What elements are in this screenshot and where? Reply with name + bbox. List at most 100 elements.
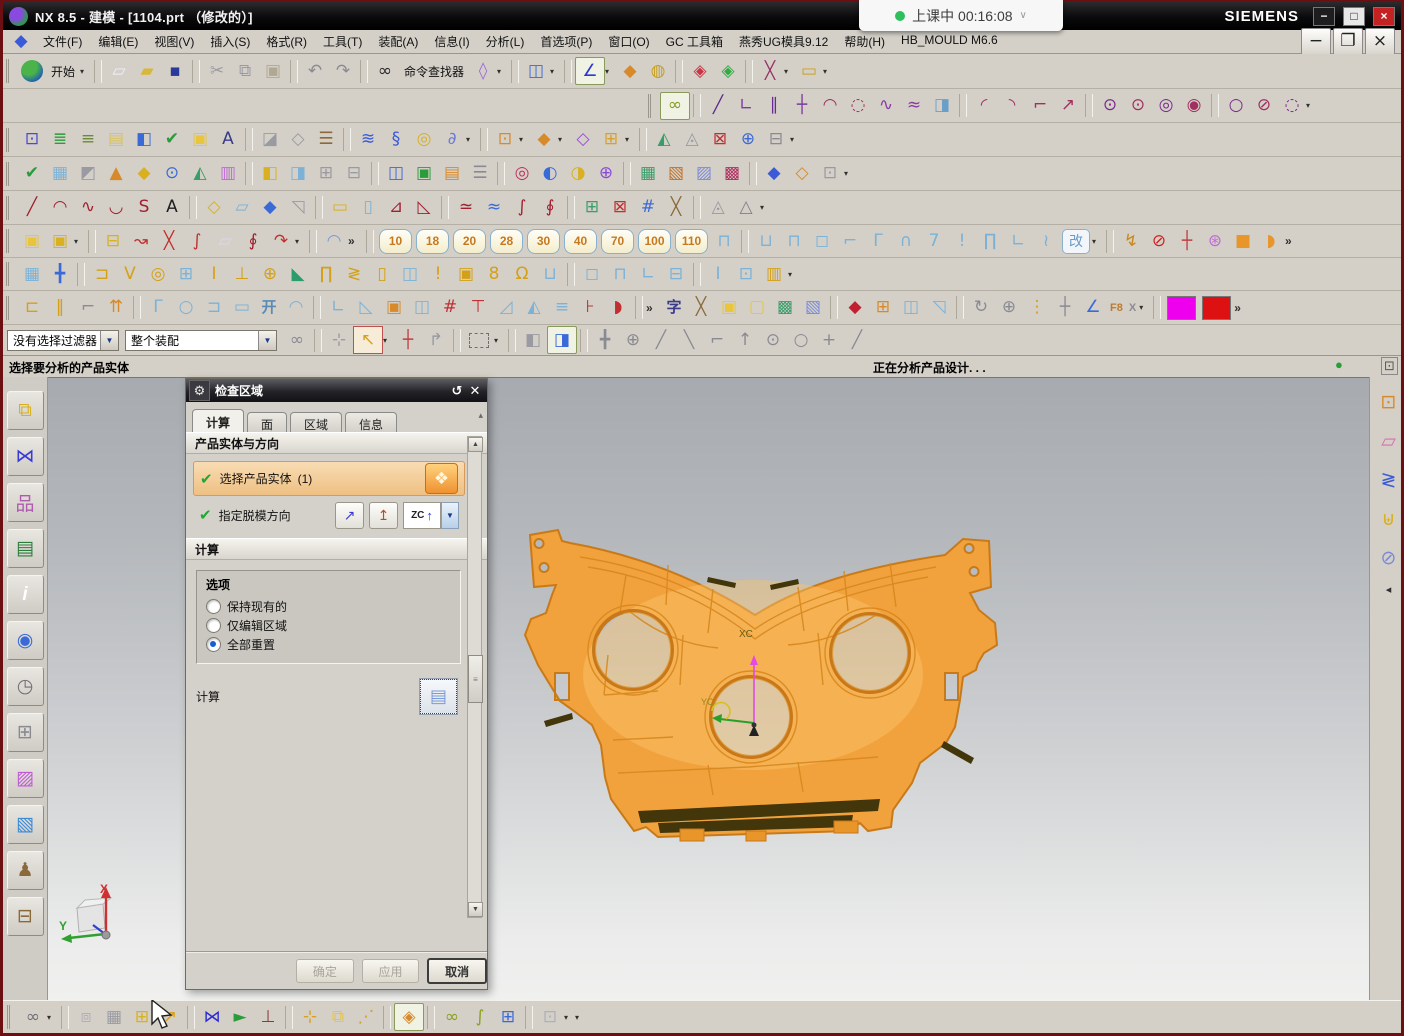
- move-object-icon[interactable]: ⊡: [491, 127, 519, 153]
- vector-axis-field[interactable]: ZC ↑: [403, 502, 441, 529]
- section-calculate[interactable]: 计算 ▴: [186, 538, 487, 560]
- red-grid-icon[interactable]: #: [436, 295, 464, 321]
- radio-keep-existing[interactable]: 保持现有的: [206, 597, 451, 616]
- web-browser-icon[interactable]: ◉: [7, 621, 44, 660]
- hook-icon[interactable]: ⌐: [74, 295, 102, 321]
- text-curve-icon[interactable]: A: [158, 195, 186, 221]
- surface-arrow[interactable]: ▾: [760, 203, 771, 212]
- boolean-subtract-icon[interactable]: ⊟: [762, 127, 790, 153]
- measure-arrow[interactable]: ▾: [823, 67, 834, 76]
- axes-icon[interactable]: ∠: [1079, 295, 1107, 321]
- part-navigator-icon[interactable]: 品: [7, 483, 44, 522]
- sketch-parallel-icon[interactable]: ∥: [760, 93, 788, 119]
- fillet-icon[interactable]: ⊿: [382, 195, 410, 221]
- assembly-info-icon[interactable]: ◫: [522, 58, 550, 84]
- extend-curve-icon[interactable]: ↗: [1054, 93, 1082, 119]
- layer-settings-icon[interactable]: ≣: [46, 127, 74, 153]
- wall-thickness-icon[interactable]: ▦: [46, 161, 74, 187]
- thickness-map-icon[interactable]: ▥: [214, 161, 242, 187]
- key-document-icon[interactable]: ⊟: [99, 228, 127, 254]
- curve-length-icon[interactable]: ∫: [183, 228, 211, 254]
- tab-scroll-arrow[interactable]: ▴: [478, 410, 483, 421]
- mold-csys-icon[interactable]: ◫: [382, 161, 410, 187]
- reposition-component-icon[interactable]: ⊹: [296, 1004, 324, 1030]
- menu-gc-toolbox[interactable]: GC 工具箱: [658, 31, 731, 52]
- bom-list-icon[interactable]: ☰: [466, 161, 494, 187]
- dialog-reset-button[interactable]: ↺: [448, 382, 466, 400]
- undo-button[interactable]: ↶: [301, 58, 329, 84]
- scroll-thumb[interactable]: ≡: [468, 655, 483, 703]
- text-annotation-icon[interactable]: A: [214, 127, 242, 153]
- visual-reports-icon[interactable]: ▧: [7, 805, 44, 844]
- frame-box-icon[interactable]: ⊞: [869, 295, 897, 321]
- toolbar-grip[interactable]: [6, 196, 15, 220]
- cut-button[interactable]: ✂: [203, 58, 231, 84]
- instance-array-icon[interactable]: ⊞: [578, 195, 606, 221]
- hand-list-icon[interactable]: ☰: [312, 127, 340, 153]
- mold-profile-1-icon[interactable]: ⊔: [752, 228, 780, 254]
- parting-surface-icon[interactable]: ◧: [256, 161, 284, 187]
- color-grid-icon[interactable]: ▩: [771, 295, 799, 321]
- flow-analysis-icon[interactable]: ⊙: [158, 161, 186, 187]
- double-pin-icon[interactable]: ‖: [46, 295, 74, 321]
- preset-10-button[interactable]: 10: [379, 229, 412, 254]
- prism-tool-icon[interactable]: ◇: [284, 127, 312, 153]
- triangle-profile-icon[interactable]: ◭: [520, 295, 548, 321]
- cancel-button[interactable]: 取消: [427, 958, 487, 984]
- sew-icon[interactable]: ◭: [650, 127, 678, 153]
- vector-axis-dropdown[interactable]: ▼: [441, 502, 459, 529]
- spring-component-icon[interactable]: ≷: [340, 261, 368, 287]
- sprue-bushing-icon[interactable]: V: [116, 261, 144, 287]
- block-insert-icon[interactable]: ▣: [452, 261, 480, 287]
- trim-curve-icon[interactable]: ↝: [127, 228, 155, 254]
- extrude-icon[interactable]: ▭: [326, 195, 354, 221]
- circle-diameter-icon[interactable]: ⊘: [1250, 93, 1278, 119]
- line-snap-2-icon[interactable]: ╲: [675, 327, 703, 353]
- find-component-arrow[interactable]: ▾: [47, 1013, 58, 1022]
- boolean-unite-icon[interactable]: ⊕: [734, 127, 762, 153]
- point-dialog-button[interactable]: ↥: [369, 502, 398, 529]
- clamp-profile-icon[interactable]: ⊓: [710, 228, 738, 254]
- boolean-arrow[interactable]: ▾: [790, 135, 801, 144]
- fullscreen-icon[interactable]: ⊡: [1381, 357, 1398, 375]
- menu-information[interactable]: 信息(I): [426, 31, 477, 52]
- mirror-assembly-icon[interactable]: ⋈: [198, 1004, 226, 1030]
- circle-snap-icon[interactable]: ○: [787, 327, 815, 353]
- menu-hb-mould[interactable]: HB_MOULD M6.6: [893, 31, 1006, 52]
- bottom-toolbar-arrow[interactable]: ▾: [575, 1013, 586, 1022]
- arc-start-icon[interactable]: ◜: [970, 93, 998, 119]
- lightning-update-icon[interactable]: ↯: [1117, 228, 1145, 254]
- curve-spline-icon[interactable]: ∿: [74, 195, 102, 221]
- menu-format[interactable]: 格式(R): [258, 31, 315, 52]
- deviation-gauge-icon[interactable]: ◬: [704, 195, 732, 221]
- concentric-circle-icon[interactable]: ◎: [1152, 93, 1180, 119]
- arc-end-icon[interactable]: ◝: [998, 93, 1026, 119]
- new-file-button[interactable]: ▱: [105, 58, 133, 84]
- toolbar-grip[interactable]: [6, 128, 15, 152]
- menu-file[interactable]: 文件(F): [35, 31, 90, 52]
- select-product-body-row[interactable]: ✔ 选择产品实体 (1) ❖: [193, 461, 465, 496]
- toolbar-grip[interactable]: [6, 229, 15, 253]
- stop-pin-icon[interactable]: !: [424, 261, 452, 287]
- view-section-icon[interactable]: ◊: [469, 58, 497, 84]
- assembly-constraint-icon[interactable]: ⊥: [254, 1004, 282, 1030]
- corner-surface-icon[interactable]: ◹: [284, 195, 312, 221]
- shrinkage-icon[interactable]: ▣: [410, 161, 438, 187]
- guide-pin-icon[interactable]: ∏: [312, 261, 340, 287]
- frame-plate-icon[interactable]: ⊡: [732, 261, 760, 287]
- snap-settings-icon[interactable]: ⊹: [325, 327, 353, 353]
- preset-100-button[interactable]: 100: [638, 229, 671, 254]
- menu-view[interactable]: 视图(V): [146, 31, 202, 52]
- offset-curve-icon[interactable]: ≃: [452, 195, 480, 221]
- grid-surface-icon[interactable]: #: [634, 195, 662, 221]
- more-tools-chevron[interactable]: »: [348, 234, 363, 248]
- mold-core-icon[interactable]: ▣: [46, 228, 74, 254]
- substitute-component-icon[interactable]: ⊡: [536, 1004, 564, 1030]
- menu-help[interactable]: 帮助(H): [836, 31, 893, 52]
- measure-distance-icon[interactable]: ▭: [795, 58, 823, 84]
- sketch-circle-icon[interactable]: ◌: [844, 93, 872, 119]
- bend-sheet-icon[interactable]: ◹: [925, 295, 953, 321]
- check-body-icon[interactable]: ▣: [186, 127, 214, 153]
- core-cavity-icon[interactable]: ◨: [284, 161, 312, 187]
- flag-note-icon[interactable]: ⊐: [200, 295, 228, 321]
